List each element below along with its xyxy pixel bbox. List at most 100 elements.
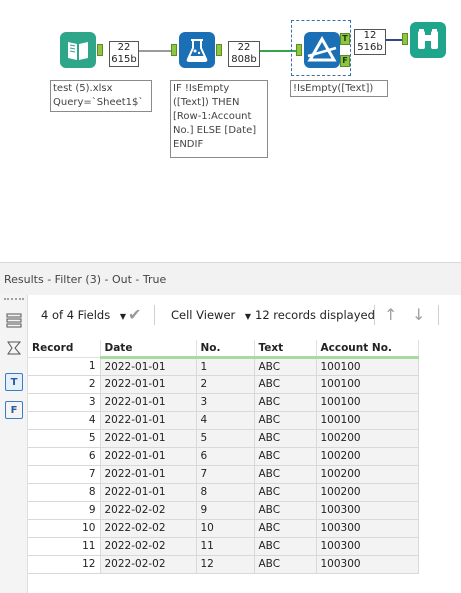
table-row[interactable]: 6 2022-01-01 6 ABC 100200 xyxy=(28,447,419,466)
false-output-tab[interactable]: F xyxy=(5,401,23,419)
formula-flask-icon xyxy=(186,39,208,62)
cell-account-no[interactable]: 100300 xyxy=(316,537,419,556)
cell-text[interactable]: ABC xyxy=(254,411,317,430)
cell-text[interactable]: ABC xyxy=(254,555,317,574)
cell-no[interactable]: 11 xyxy=(196,537,255,556)
cell-account-no[interactable]: 100200 xyxy=(316,429,419,448)
cell-date[interactable]: 2022-01-01 xyxy=(100,465,197,484)
cell-no[interactable]: 2 xyxy=(196,375,255,394)
cell-record[interactable]: 6 xyxy=(28,447,101,466)
input-output-anchor[interactable] xyxy=(97,44,103,56)
cell-date[interactable]: 2022-02-02 xyxy=(100,501,197,520)
input-data-tool[interactable] xyxy=(60,32,96,68)
cell-date[interactable]: 2022-02-02 xyxy=(100,537,197,556)
cell-text[interactable]: ABC xyxy=(254,519,317,538)
drag-handle[interactable] xyxy=(4,298,24,302)
cell-record[interactable]: 8 xyxy=(28,483,101,502)
filter-tool[interactable] xyxy=(304,32,340,68)
column-header-date[interactable]: Date xyxy=(100,340,197,359)
browse-input-anchor[interactable] xyxy=(402,33,408,45)
cell-record[interactable]: 4 xyxy=(28,411,101,430)
cell-account-no[interactable]: 100300 xyxy=(316,519,419,538)
cell-date[interactable]: 2022-01-01 xyxy=(100,429,197,448)
column-header-text[interactable]: Text xyxy=(254,340,317,359)
cell-record[interactable]: 10 xyxy=(28,519,101,538)
cell-record[interactable]: 11 xyxy=(28,537,101,556)
cell-record[interactable]: 5 xyxy=(28,429,101,448)
column-header-record[interactable]: Record xyxy=(28,340,101,358)
table-row[interactable]: 12 2022-02-02 12 ABC 100300 xyxy=(28,555,419,574)
table-row[interactable]: 5 2022-01-01 5 ABC 100200 xyxy=(28,429,419,448)
cell-account-no[interactable]: 100100 xyxy=(316,375,419,394)
cell-no[interactable]: 4 xyxy=(196,411,255,430)
cell-account-no[interactable]: 100100 xyxy=(316,357,419,376)
cell-text[interactable]: ABC xyxy=(254,501,317,520)
true-output-tab[interactable]: T xyxy=(5,373,23,391)
cell-text[interactable]: ABC xyxy=(254,465,317,484)
cell-account-no[interactable]: 100200 xyxy=(316,483,419,502)
filter-input-anchor[interactable] xyxy=(296,44,302,56)
cell-text[interactable]: ABC xyxy=(254,537,317,556)
table-row[interactable]: 8 2022-01-01 8 ABC 100200 xyxy=(28,483,419,502)
table-row[interactable]: 10 2022-02-02 10 ABC 100300 xyxy=(28,519,419,538)
cell-date[interactable]: 2022-01-01 xyxy=(100,375,197,394)
cell-no[interactable]: 7 xyxy=(196,465,255,484)
formula-input-anchor[interactable] xyxy=(171,44,177,56)
table-row[interactable]: 7 2022-01-01 7 ABC 100200 xyxy=(28,465,419,484)
table-row[interactable]: 1 2022-01-01 1 ABC 100100 xyxy=(28,357,419,376)
cell-no[interactable]: 9 xyxy=(196,501,255,520)
cell-account-no[interactable]: 100200 xyxy=(316,465,419,484)
cell-text[interactable]: ABC xyxy=(254,357,317,376)
cell-record[interactable]: 1 xyxy=(28,357,101,376)
cell-date[interactable]: 2022-01-01 xyxy=(100,357,197,376)
cell-date[interactable]: 2022-01-01 xyxy=(100,447,197,466)
cell-no[interactable]: 10 xyxy=(196,519,255,538)
arrow-down-icon[interactable]: ↓ xyxy=(412,295,425,335)
cell-account-no[interactable]: 100100 xyxy=(316,411,419,430)
browse-tool[interactable] xyxy=(410,22,446,58)
column-header-no[interactable]: No. xyxy=(196,340,255,359)
formula-tool[interactable] xyxy=(179,32,215,68)
cell-account-no[interactable]: 100200 xyxy=(316,447,419,466)
table-row[interactable]: 3 2022-01-01 3 ABC 100100 xyxy=(28,393,419,412)
cell-no[interactable]: 5 xyxy=(196,429,255,448)
workflow-canvas[interactable]: 22 615b test (5).xlsx Query=`Sheet1$` 22 8… xyxy=(0,0,461,262)
cell-no[interactable]: 8 xyxy=(196,483,255,502)
cell-record[interactable]: 2 xyxy=(28,375,101,394)
cell-account-no[interactable]: 100300 xyxy=(316,555,419,574)
cell-record[interactable]: 12 xyxy=(28,555,101,574)
table-view-icon[interactable] xyxy=(5,311,23,329)
cell-record[interactable]: 7 xyxy=(28,465,101,484)
table-row[interactable]: 9 2022-02-02 9 ABC 100300 xyxy=(28,501,419,520)
formula-output-anchor[interactable] xyxy=(216,44,222,56)
cell-date[interactable]: 2022-02-02 xyxy=(100,519,197,538)
cell-account-no[interactable]: 100300 xyxy=(316,501,419,520)
fields-dropdown[interactable]: 4 of 4 Fields ▼ xyxy=(41,295,126,335)
cell-no[interactable]: 12 xyxy=(196,555,255,574)
cell-record[interactable]: 9 xyxy=(28,501,101,520)
apply-checkmark-icon[interactable]: ✔ xyxy=(128,295,141,335)
table-row[interactable]: 11 2022-02-02 11 ABC 100300 xyxy=(28,537,419,556)
cell-date[interactable]: 2022-02-02 xyxy=(100,555,197,574)
arrow-up-icon[interactable]: ↑ xyxy=(384,295,397,335)
filter-true-anchor[interactable]: T xyxy=(340,33,350,45)
cell-text[interactable]: ABC xyxy=(254,393,317,412)
filter-false-anchor[interactable]: F xyxy=(340,55,350,67)
cell-date[interactable]: 2022-01-01 xyxy=(100,393,197,412)
column-header-account-no[interactable]: Account No. xyxy=(316,340,419,359)
cell-no[interactable]: 1 xyxy=(196,357,255,376)
cell-text[interactable]: ABC xyxy=(254,447,317,466)
cell-text[interactable]: ABC xyxy=(254,429,317,448)
table-row[interactable]: 4 2022-01-01 4 ABC 100100 xyxy=(28,411,419,430)
cell-no[interactable]: 6 xyxy=(196,447,255,466)
cell-text[interactable]: ABC xyxy=(254,483,317,502)
metadata-icon[interactable] xyxy=(5,339,23,357)
table-row[interactable]: 2 2022-01-01 2 ABC 100100 xyxy=(28,375,419,394)
cell-date[interactable]: 2022-01-01 xyxy=(100,411,197,430)
cell-account-no[interactable]: 100100 xyxy=(316,393,419,412)
cell-no[interactable]: 3 xyxy=(196,393,255,412)
cell-date[interactable]: 2022-01-01 xyxy=(100,483,197,502)
cell-text[interactable]: ABC xyxy=(254,375,317,394)
cell-viewer-dropdown[interactable]: Cell Viewer ▼ xyxy=(171,295,251,335)
cell-record[interactable]: 3 xyxy=(28,393,101,412)
